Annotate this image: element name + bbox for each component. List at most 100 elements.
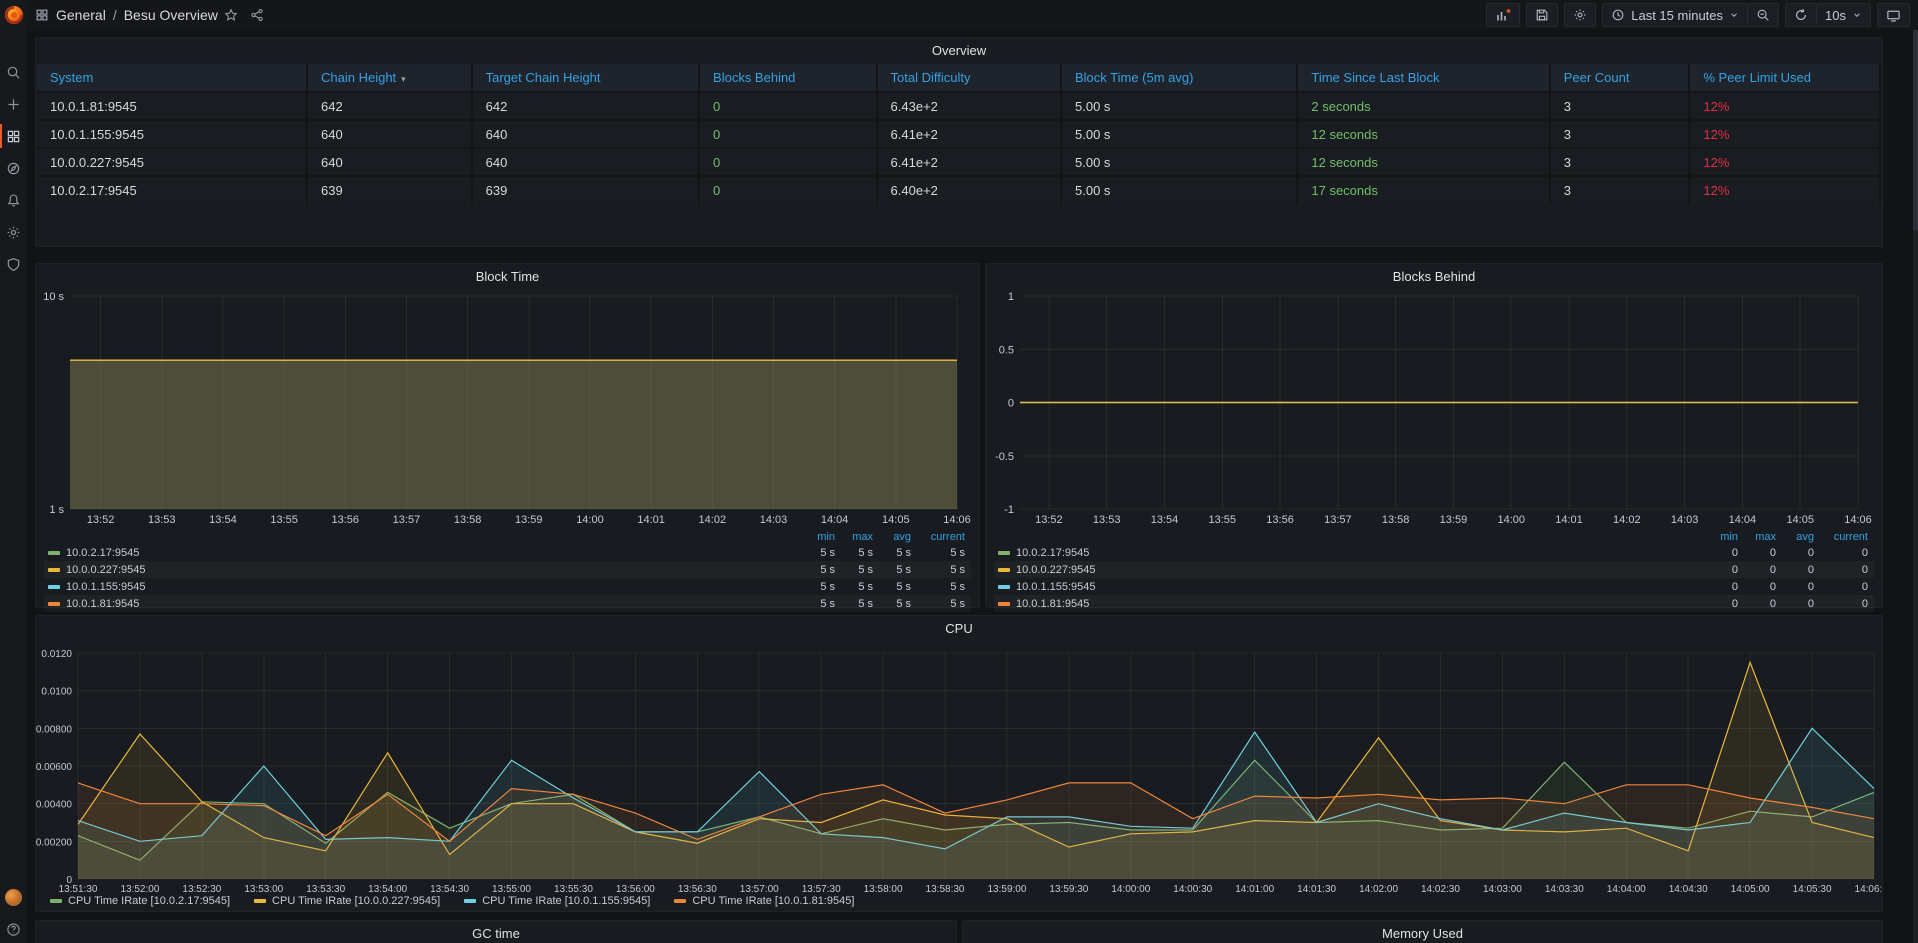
table-cell: 3 [1550, 92, 1690, 120]
series-area [70, 360, 957, 509]
series-color-swatch [254, 899, 266, 903]
blocks-behind-chart[interactable]: 10.50-0.5-113:5213:5313:5413:5513:5613:5… [986, 264, 1882, 532]
grafana-logo[interactable] [0, 0, 27, 30]
x-axis-tick-label: 13:59 [1440, 514, 1468, 526]
legend-series-name[interactable]: 10.0.2.17:9545 [1016, 547, 1706, 559]
series-color-swatch [998, 585, 1010, 589]
x-axis-tick-label: 14:04 [1729, 514, 1757, 526]
cpu-chart[interactable]: 0.01200.01000.008000.006000.004000.00200… [36, 616, 1882, 894]
refresh-button[interactable] [1785, 3, 1817, 27]
table-cell: 2 seconds [1297, 92, 1549, 120]
dashboard-settings-button[interactable] [1564, 3, 1596, 27]
panel-title-memory-used[interactable]: Memory Used [963, 926, 1882, 941]
save-dashboard-button[interactable] [1526, 3, 1558, 27]
breadcrumb[interactable]: General / Besu Overview [35, 7, 218, 23]
table-cell: 3 [1550, 176, 1690, 204]
x-axis-tick-label: 14:01 [637, 514, 665, 526]
zoom-out-time-button[interactable] [1748, 3, 1779, 27]
panel-title-overview[interactable]: Overview [36, 43, 1882, 58]
sidebar-item-server-admin[interactable] [0, 248, 27, 280]
column-header-chain-height[interactable]: Chain Height▾ [307, 64, 472, 92]
x-axis-tick-label: 14:03 [760, 514, 788, 526]
legend-stat-value: 0 [1706, 598, 1744, 610]
column-header-system[interactable]: System [37, 64, 307, 92]
table-cell: 17 seconds [1297, 176, 1549, 204]
legend-item[interactable]: CPU Time IRate [10.0.0.227:9545] [250, 895, 440, 907]
y-axis-tick-label: 10 s [43, 291, 64, 303]
legend-row: 10.0.2.17:95450000 [994, 544, 1874, 561]
legend-stat-header[interactable]: min [803, 530, 841, 544]
table-cell: 5.00 s [1061, 176, 1297, 204]
sidebar-item-dashboards[interactable] [0, 120, 27, 152]
legend-stat-header[interactable]: min [1706, 530, 1744, 544]
kiosk-mode-button[interactable] [1877, 3, 1910, 27]
legend-item[interactable]: CPU Time IRate [10.0.1.81:9545] [670, 895, 854, 907]
legend-item[interactable]: CPU Time IRate [10.0.2.17:9545] [46, 895, 230, 907]
table-cell: 10.0.2.17:9545 [37, 176, 307, 204]
legend-stat-value: 0 [1782, 547, 1820, 559]
legend-series-name[interactable]: 10.0.1.81:9545 [1016, 598, 1706, 610]
time-range-picker[interactable]: Last 15 minutes [1602, 3, 1748, 27]
series-color-swatch [998, 568, 1010, 572]
column-header-block-time-5m-avg-[interactable]: Block Time (5m avg) [1061, 64, 1297, 92]
legend-stat-header[interactable]: avg [879, 530, 917, 544]
column-header--peer-limit-used[interactable]: % Peer Limit Used [1689, 64, 1880, 92]
legend-stat-header[interactable]: max [841, 530, 879, 544]
add-panel-button[interactable] [1486, 3, 1520, 27]
x-axis-tick-label: 13:53 [1093, 514, 1121, 526]
sidebar-item-alerting[interactable] [0, 184, 27, 216]
column-header-peer-count[interactable]: Peer Count [1550, 64, 1690, 92]
panel-title-gc-time[interactable]: GC time [36, 926, 956, 941]
refresh-interval-picker[interactable]: 10s [1817, 3, 1871, 27]
legend-series-name[interactable]: 10.0.1.155:9545 [1016, 581, 1706, 593]
sidebar-item-configuration[interactable] [0, 216, 27, 248]
scrollbar[interactable] [1913, 30, 1918, 943]
breadcrumb-folder[interactable]: General [56, 7, 106, 23]
sidebar-item-create[interactable] [0, 88, 27, 120]
star-dashboard-button[interactable] [218, 3, 244, 27]
legend-header-row: minmaxavgcurrent [994, 530, 1874, 544]
grafana-app: General / Besu Overview [0, 0, 1918, 943]
user-avatar[interactable] [5, 889, 22, 906]
legend-stat-value: 0 [1820, 598, 1874, 610]
block-time-chart[interactable]: 10 s1 s13:5213:5313:5413:5513:5613:5713:… [36, 264, 979, 532]
add-panel-icon [1495, 7, 1511, 23]
legend-row: 10.0.1.81:95455 s5 s5 s5 s [44, 595, 971, 612]
x-axis-tick-label: 13:57:30 [802, 884, 841, 894]
legend-stat-header[interactable]: current [1820, 530, 1874, 544]
x-axis-tick-label: 13:57 [1324, 514, 1352, 526]
column-header-time-since-last-block[interactable]: Time Since Last Block [1297, 64, 1549, 92]
help-button[interactable] [6, 922, 21, 937]
configuration-icon [6, 225, 21, 240]
y-axis-tick-label: -1 [1004, 504, 1014, 516]
table-cell: 6.41e+2 [877, 120, 1061, 148]
x-axis-tick-label: 13:59:30 [1049, 884, 1088, 894]
legend-stat-value: 0 [1782, 598, 1820, 610]
column-header-target-chain-height[interactable]: Target Chain Height [472, 64, 699, 92]
legend-series-name[interactable]: 10.0.0.227:9545 [66, 564, 803, 576]
x-axis-tick-label: 14:02:00 [1359, 884, 1398, 894]
column-header-total-difficulty[interactable]: Total Difficulty [877, 64, 1061, 92]
legend-stat-header[interactable]: max [1744, 530, 1782, 544]
scrollbar-thumb[interactable] [1913, 30, 1918, 230]
series-color-swatch [48, 551, 60, 555]
share-dashboard-button[interactable] [244, 3, 270, 27]
x-axis-tick-label: 14:00:30 [1173, 884, 1212, 894]
overview-table: SystemChain Height▾Target Chain HeightBl… [37, 64, 1881, 204]
x-axis-tick-label: 14:03 [1671, 514, 1699, 526]
legend-series-name[interactable]: 10.0.1.81:9545 [66, 598, 803, 610]
x-axis-tick-label: 13:59 [515, 514, 543, 526]
help-icon [6, 922, 21, 937]
panel-block-time: Block Time 10 s1 s13:5213:5313:5413:5513… [35, 263, 980, 608]
table-cell: 12% [1689, 120, 1880, 148]
sidebar-item-search[interactable] [0, 56, 27, 88]
sidebar-item-explore[interactable] [0, 152, 27, 184]
table-cell: 0 [699, 148, 877, 176]
legend-item[interactable]: CPU Time IRate [10.0.1.155:9545] [460, 895, 650, 907]
legend-stat-header[interactable]: current [917, 530, 971, 544]
legend-stat-header[interactable]: avg [1782, 530, 1820, 544]
legend-series-name[interactable]: 10.0.0.227:9545 [1016, 564, 1706, 576]
column-header-blocks-behind[interactable]: Blocks Behind [699, 64, 877, 92]
legend-series-name[interactable]: 10.0.2.17:9545 [66, 547, 803, 559]
legend-series-name[interactable]: 10.0.1.155:9545 [66, 581, 803, 593]
